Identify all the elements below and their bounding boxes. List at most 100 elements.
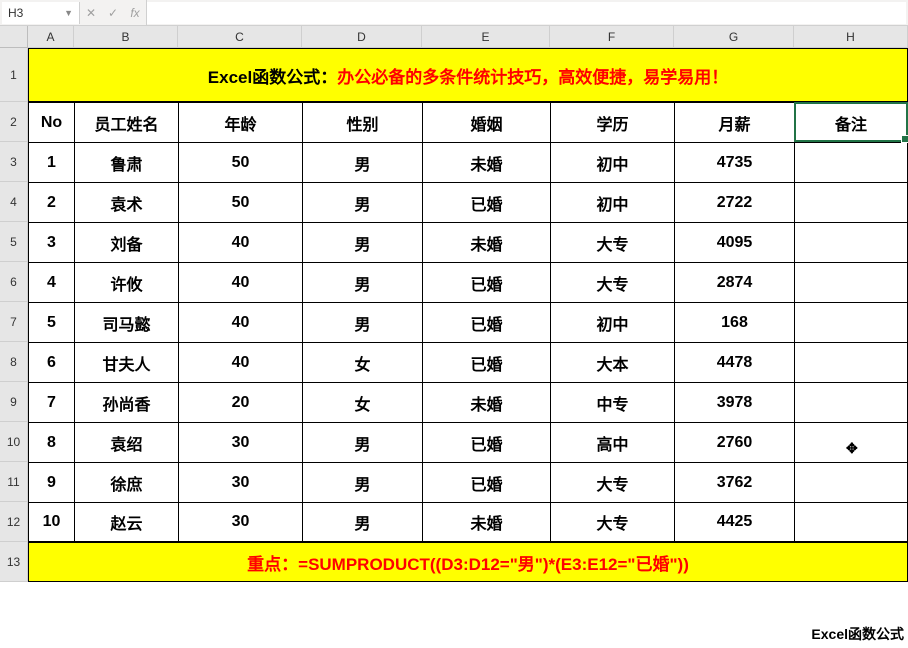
cell-H12[interactable] bbox=[794, 502, 908, 542]
cell-A10[interactable]: 8 bbox=[28, 422, 74, 462]
cell-B11[interactable]: 徐庶 bbox=[74, 462, 178, 502]
cell-D6[interactable]: 男 bbox=[302, 262, 422, 302]
cell-E8[interactable]: 已婚 bbox=[422, 342, 550, 382]
cell-D9[interactable]: 女 bbox=[302, 382, 422, 422]
cell-G9[interactable]: 3978 bbox=[674, 382, 794, 422]
cell-D11[interactable]: 男 bbox=[302, 462, 422, 502]
cell-D4[interactable]: 男 bbox=[302, 182, 422, 222]
cell-B3[interactable]: 鲁肃 bbox=[74, 142, 178, 182]
cell-D8[interactable]: 女 bbox=[302, 342, 422, 382]
hdr-note[interactable]: 备注 bbox=[794, 102, 908, 142]
cell-G4[interactable]: 2722 bbox=[674, 182, 794, 222]
row-header-9[interactable]: 9 bbox=[0, 382, 28, 422]
row-header-3[interactable]: 3 bbox=[0, 142, 28, 182]
cell-A11[interactable]: 9 bbox=[28, 462, 74, 502]
col-header-C[interactable]: C bbox=[178, 26, 302, 48]
cell-G11[interactable]: 3762 bbox=[674, 462, 794, 502]
cell-H3[interactable] bbox=[794, 142, 908, 182]
hdr-no[interactable]: No bbox=[28, 102, 74, 142]
cell-A4[interactable]: 2 bbox=[28, 182, 74, 222]
cell-D10[interactable]: 男 bbox=[302, 422, 422, 462]
cell-A7[interactable]: 5 bbox=[28, 302, 74, 342]
cell-E12[interactable]: 未婚 bbox=[422, 502, 550, 542]
cell-F11[interactable]: 大专 bbox=[550, 462, 674, 502]
hdr-edu[interactable]: 学历 bbox=[550, 102, 674, 142]
cell-A6[interactable]: 4 bbox=[28, 262, 74, 302]
cell-G3[interactable]: 4735 bbox=[674, 142, 794, 182]
fx-icon[interactable]: fx bbox=[128, 6, 142, 20]
cell-F6[interactable]: 大专 bbox=[550, 262, 674, 302]
cell-F5[interactable]: 大专 bbox=[550, 222, 674, 262]
row-header-7[interactable]: 7 bbox=[0, 302, 28, 342]
cell-B7[interactable]: 司马懿 bbox=[74, 302, 178, 342]
col-header-D[interactable]: D bbox=[302, 26, 422, 48]
cell-H6[interactable] bbox=[794, 262, 908, 302]
cell-E7[interactable]: 已婚 bbox=[422, 302, 550, 342]
cell-G7[interactable]: 168 bbox=[674, 302, 794, 342]
cell-E3[interactable]: 未婚 bbox=[422, 142, 550, 182]
row-header-13[interactable]: 13 bbox=[0, 542, 28, 582]
col-header-A[interactable]: A bbox=[28, 26, 74, 48]
cell-F12[interactable]: 大专 bbox=[550, 502, 674, 542]
row-header-12[interactable]: 12 bbox=[0, 502, 28, 542]
hdr-sex[interactable]: 性别 bbox=[302, 102, 422, 142]
cell-G10[interactable]: 2760 bbox=[674, 422, 794, 462]
cell-B4[interactable]: 袁术 bbox=[74, 182, 178, 222]
row-header-8[interactable]: 8 bbox=[0, 342, 28, 382]
row-header-11[interactable]: 11 bbox=[0, 462, 28, 502]
col-header-H[interactable]: H bbox=[794, 26, 908, 48]
col-header-G[interactable]: G bbox=[674, 26, 794, 48]
cancel-icon[interactable]: ✕ bbox=[84, 6, 98, 20]
formula-input[interactable] bbox=[147, 2, 906, 24]
cell-E5[interactable]: 未婚 bbox=[422, 222, 550, 262]
spreadsheet-grid[interactable]: A B C D E F G H 1 Excel函数公式： 办公必备的多条件统计技… bbox=[0, 26, 908, 582]
cell-D7[interactable]: 男 bbox=[302, 302, 422, 342]
cell-B8[interactable]: 甘夫人 bbox=[74, 342, 178, 382]
cell-D5[interactable]: 男 bbox=[302, 222, 422, 262]
cell-C7[interactable]: 40 bbox=[178, 302, 302, 342]
cell-C6[interactable]: 40 bbox=[178, 262, 302, 302]
cell-C5[interactable]: 40 bbox=[178, 222, 302, 262]
footer-formula-cell[interactable]: 重点： =SUMPRODUCT((D3:D12="男")*(E3:E12="已婚… bbox=[28, 542, 908, 582]
cell-C8[interactable]: 40 bbox=[178, 342, 302, 382]
cell-H4[interactable] bbox=[794, 182, 908, 222]
cell-C10[interactable]: 30 bbox=[178, 422, 302, 462]
cell-E4[interactable]: 已婚 bbox=[422, 182, 550, 222]
cell-G12[interactable]: 4425 bbox=[674, 502, 794, 542]
row-header-2[interactable]: 2 bbox=[0, 102, 28, 142]
row-header-4[interactable]: 4 bbox=[0, 182, 28, 222]
cell-D12[interactable]: 男 bbox=[302, 502, 422, 542]
cell-H5[interactable] bbox=[794, 222, 908, 262]
cell-H11[interactable] bbox=[794, 462, 908, 502]
cell-E9[interactable]: 未婚 bbox=[422, 382, 550, 422]
cell-G8[interactable]: 4478 bbox=[674, 342, 794, 382]
cell-A9[interactable]: 7 bbox=[28, 382, 74, 422]
hdr-age[interactable]: 年龄 bbox=[178, 102, 302, 142]
name-box-dropdown-icon[interactable]: ▼ bbox=[64, 2, 73, 24]
row-header-1[interactable]: 1 bbox=[0, 48, 28, 102]
name-box[interactable]: H3 ▼ bbox=[2, 2, 80, 24]
hdr-marital[interactable]: 婚姻 bbox=[422, 102, 550, 142]
cell-H9[interactable] bbox=[794, 382, 908, 422]
cell-F3[interactable]: 初中 bbox=[550, 142, 674, 182]
cell-H10[interactable] bbox=[794, 422, 908, 462]
cell-B6[interactable]: 许攸 bbox=[74, 262, 178, 302]
cell-C11[interactable]: 30 bbox=[178, 462, 302, 502]
cell-F8[interactable]: 大本 bbox=[550, 342, 674, 382]
cell-F7[interactable]: 初中 bbox=[550, 302, 674, 342]
col-header-F[interactable]: F bbox=[550, 26, 674, 48]
hdr-name[interactable]: 员工姓名 bbox=[74, 102, 178, 142]
cell-D3[interactable]: 男 bbox=[302, 142, 422, 182]
cell-C4[interactable]: 50 bbox=[178, 182, 302, 222]
cell-A5[interactable]: 3 bbox=[28, 222, 74, 262]
cell-C12[interactable]: 30 bbox=[178, 502, 302, 542]
col-header-E[interactable]: E bbox=[422, 26, 550, 48]
cell-A3[interactable]: 1 bbox=[28, 142, 74, 182]
hdr-salary[interactable]: 月薪 bbox=[674, 102, 794, 142]
row-header-5[interactable]: 5 bbox=[0, 222, 28, 262]
cell-G5[interactable]: 4095 bbox=[674, 222, 794, 262]
cell-F4[interactable]: 初中 bbox=[550, 182, 674, 222]
cell-H7[interactable] bbox=[794, 302, 908, 342]
cell-E6[interactable]: 已婚 bbox=[422, 262, 550, 302]
cell-E11[interactable]: 已婚 bbox=[422, 462, 550, 502]
